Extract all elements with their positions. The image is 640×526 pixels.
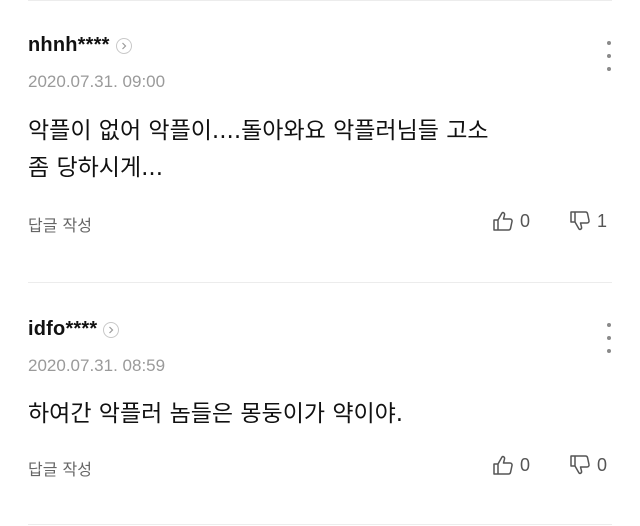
author-row: idfo**** [28, 318, 120, 341]
comment-body: 하여간 악플러 놈들은 몽둥이가 약이야. [28, 396, 608, 433]
dislike-count: 0 [597, 454, 608, 475]
vertical-ellipsis-icon[interactable] [600, 41, 618, 71]
like-count: 0 [520, 210, 531, 231]
comment-body-line: 하여간 악플러 놈들은 몽둥이가 약이야. [28, 401, 404, 427]
comment-body: 악플이 없어 악플이....돌아와요 악플러님들 고소 좀 당하시게... [28, 113, 608, 187]
comment-body-line: 좀 당하시게... [28, 155, 164, 181]
like-count: 0 [520, 454, 531, 475]
like-button[interactable]: 0 [492, 210, 530, 232]
chevron-right-circle-icon[interactable] [103, 321, 120, 338]
reply-button[interactable]: 답글 작성 [28, 456, 92, 480]
comment-body-line: 악플이 없어 악플이....돌아와요 악플러님들 고소 [28, 118, 489, 144]
reply-button[interactable]: 답글 작성 [28, 212, 92, 236]
comment-timestamp: 2020.07.31. 08:59 [28, 356, 166, 375]
dislike-button[interactable]: 0 [569, 454, 607, 476]
vertical-ellipsis-icon[interactable] [600, 323, 618, 353]
comment-timestamp: 2020.07.31. 09:00 [28, 72, 166, 91]
top-divider [28, 0, 612, 1]
thumbs-down-icon [570, 211, 590, 231]
author-row: nhnh**** [28, 34, 132, 57]
author-name[interactable]: nhnh**** [28, 34, 110, 57]
thumbs-up-icon [493, 455, 513, 475]
comment-divider [28, 524, 612, 525]
dislike-button[interactable]: 1 [569, 210, 607, 232]
like-button[interactable]: 0 [492, 454, 530, 476]
thumbs-up-icon [493, 211, 513, 231]
thumbs-down-icon [570, 455, 590, 475]
author-name[interactable]: idfo**** [28, 318, 97, 341]
dislike-count: 1 [597, 210, 608, 231]
chevron-right-circle-icon[interactable] [115, 37, 132, 54]
comment-divider [28, 282, 612, 283]
